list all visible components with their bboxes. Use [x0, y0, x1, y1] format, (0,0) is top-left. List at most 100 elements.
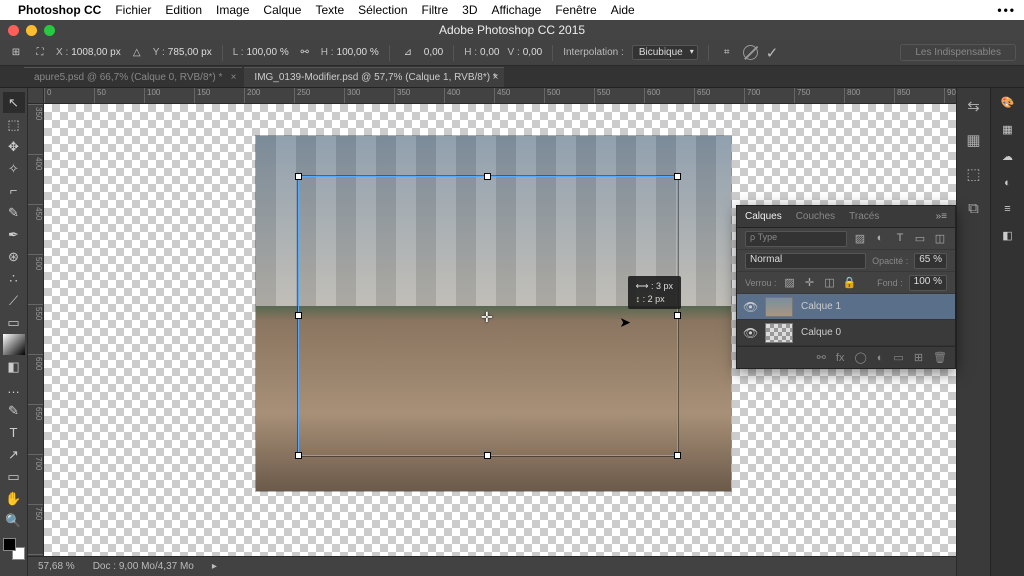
overflow-icon[interactable]: •••: [997, 3, 1016, 17]
menu-affichage[interactable]: Affichage: [492, 3, 542, 17]
layer-thumbnail[interactable]: [765, 297, 793, 317]
close-window-button[interactable]: [8, 25, 19, 36]
layer-name[interactable]: Calque 0: [801, 327, 841, 338]
lock-position-icon[interactable]: ✛: [803, 276, 817, 290]
workspace-dropdown[interactable]: Les Indispensables: [900, 44, 1016, 61]
link-layers-icon[interactable]: ⚯: [817, 351, 826, 364]
cc-panel-icon[interactable]: ☁: [1002, 150, 1013, 163]
status-arrow-icon[interactable]: ▸: [212, 561, 217, 572]
layer-filter-input[interactable]: ρ Type: [745, 231, 847, 247]
pen-tool-icon[interactable]: ✎: [3, 400, 25, 421]
menu-aide[interactable]: Aide: [611, 3, 635, 17]
adjustment-icon[interactable]: ◐: [877, 352, 884, 364]
filter-image-icon[interactable]: ▨: [853, 232, 867, 246]
panel-menu-icon[interactable]: »≡: [936, 211, 947, 222]
handle-bot-right[interactable]: [674, 452, 681, 459]
minimize-window-button[interactable]: [26, 25, 37, 36]
properties-panel-icon[interactable]: ≡: [1004, 203, 1010, 215]
lasso-tool-icon[interactable]: ✥: [3, 136, 25, 157]
handle-top-mid[interactable]: [484, 173, 491, 180]
menu-3d[interactable]: 3D: [462, 3, 477, 17]
ruler-horizontal[interactable]: 0501001502002503003504004505005506006507…: [44, 88, 956, 104]
menu-texte[interactable]: Texte: [315, 3, 344, 17]
interpolation-dropdown[interactable]: Bicubique: [632, 45, 698, 60]
blur-tool-icon[interactable]: ◧: [3, 356, 25, 377]
vskew-value[interactable]: 0,00: [523, 47, 542, 58]
move-tool-icon[interactable]: ↖: [3, 92, 25, 113]
blend-mode-dropdown[interactable]: Normal: [745, 253, 866, 269]
swap-xy-icon[interactable]: △: [129, 45, 145, 61]
cancel-transform-icon[interactable]: [743, 45, 758, 60]
brush-tool-icon[interactable]: ⊛: [3, 246, 25, 267]
healing-tool-icon[interactable]: ✒: [3, 224, 25, 245]
doc-size[interactable]: 9,00 Mo/4,37 Mo: [119, 561, 194, 572]
doc-tab-1[interactable]: IMG_0139-Modifier.psd @ 57,7% (Calque 1,…: [244, 67, 504, 87]
shape-tool-icon[interactable]: ▭: [3, 466, 25, 487]
handle-bot-left[interactable]: [295, 452, 302, 459]
visibility-icon[interactable]: 👁: [743, 300, 757, 314]
new-layer-icon[interactable]: ⊞: [914, 351, 923, 364]
ruler-origin[interactable]: [28, 88, 44, 104]
zoom-tool-icon[interactable]: 🔍: [3, 510, 25, 531]
marquee-tool-icon[interactable]: ⬚: [3, 114, 25, 135]
libraries-panel-icon[interactable]: ⬚: [964, 164, 984, 184]
filter-type-icon[interactable]: T: [893, 232, 907, 246]
y-value[interactable]: 785,00 px: [168, 47, 212, 58]
swatches-icon[interactable]: [3, 538, 25, 560]
layer-name[interactable]: Calque 1: [801, 301, 841, 312]
zoom-level[interactable]: 57,68 %: [38, 561, 75, 572]
warp-icon[interactable]: ⌗: [719, 45, 735, 61]
crop-tool-icon[interactable]: ⌐: [3, 180, 25, 201]
stamp-tool-icon[interactable]: ∴: [3, 268, 25, 289]
visibility-icon[interactable]: 👁: [743, 326, 757, 340]
history-brush-tool-icon[interactable]: ⟋: [3, 290, 25, 311]
filter-adjust-icon[interactable]: ◐: [873, 232, 887, 246]
angle-value[interactable]: 0,00: [424, 47, 443, 58]
grid-panel-icon[interactable]: ▦: [1002, 123, 1012, 136]
filter-smart-icon[interactable]: ◫: [933, 232, 947, 246]
history-panel-icon[interactable]: ⇆: [964, 96, 984, 116]
color-panel-icon[interactable]: 🎨: [1001, 96, 1015, 109]
layer-item-0[interactable]: 👁 Calque 1: [737, 294, 955, 320]
group-icon[interactable]: ▭: [893, 351, 903, 364]
commit-transform-icon[interactable]: ✓: [766, 44, 779, 62]
close-tab-icon[interactable]: ×: [493, 72, 499, 83]
x-value[interactable]: 1008,00 px: [71, 47, 121, 58]
menu-edition[interactable]: Edition: [165, 3, 202, 17]
doc-tab-0[interactable]: apure5.psd @ 66,7% (Calque 0, RVB/8*) *×: [24, 67, 242, 87]
tab-traces[interactable]: Tracés: [849, 211, 879, 222]
close-tab-icon[interactable]: ×: [231, 72, 237, 83]
lock-all-icon[interactable]: 🔒: [843, 276, 857, 290]
swatches-panel-icon[interactable]: ▦: [964, 130, 984, 150]
eraser-tool-icon[interactable]: ▭: [3, 312, 25, 333]
link-icon[interactable]: ⚯: [297, 45, 313, 61]
w-value[interactable]: 100,00 %: [246, 47, 288, 58]
handle-bot-mid[interactable]: [484, 452, 491, 459]
type-tool-icon[interactable]: T: [3, 422, 25, 443]
handle-mid-left[interactable]: [295, 312, 302, 319]
menu-calque[interactable]: Calque: [263, 3, 301, 17]
mask-icon[interactable]: ◯: [854, 351, 866, 364]
h-value[interactable]: 100,00 %: [337, 47, 379, 58]
delete-layer-icon[interactable]: 🗑: [933, 351, 947, 364]
layer-thumbnail[interactable]: [765, 323, 793, 343]
hskew-value[interactable]: 0,00: [480, 47, 499, 58]
handle-mid-right[interactable]: [674, 312, 681, 319]
zoom-window-button[interactable]: [44, 25, 55, 36]
lock-artboard-icon[interactable]: ◫: [823, 276, 837, 290]
menu-fenetre[interactable]: Fenêtre: [555, 3, 596, 17]
app-name[interactable]: Photoshop CC: [18, 3, 101, 17]
opacity-value[interactable]: 65 %: [914, 253, 947, 269]
handle-top-right[interactable]: [674, 173, 681, 180]
layers-panel[interactable]: Calques Couches Tracés »≡ ρ Type ▨ ◐ T ▭…: [736, 205, 956, 369]
menu-filtre[interactable]: Filtre: [422, 3, 449, 17]
dodge-tool-icon[interactable]: …: [3, 378, 25, 399]
document-image[interactable]: ✛ ⟷ : 3 px↕ : 2 px ➤: [256, 136, 731, 491]
eyedropper-tool-icon[interactable]: ✎: [3, 202, 25, 223]
ref-point-icon[interactable]: ⛶: [32, 45, 48, 61]
layers-panel-icon[interactable]: ⧉: [964, 198, 984, 218]
tab-couches[interactable]: Couches: [796, 211, 835, 222]
fx-icon[interactable]: fx: [836, 352, 845, 364]
filter-shape-icon[interactable]: ▭: [913, 232, 927, 246]
tab-calques[interactable]: Calques: [745, 211, 782, 222]
